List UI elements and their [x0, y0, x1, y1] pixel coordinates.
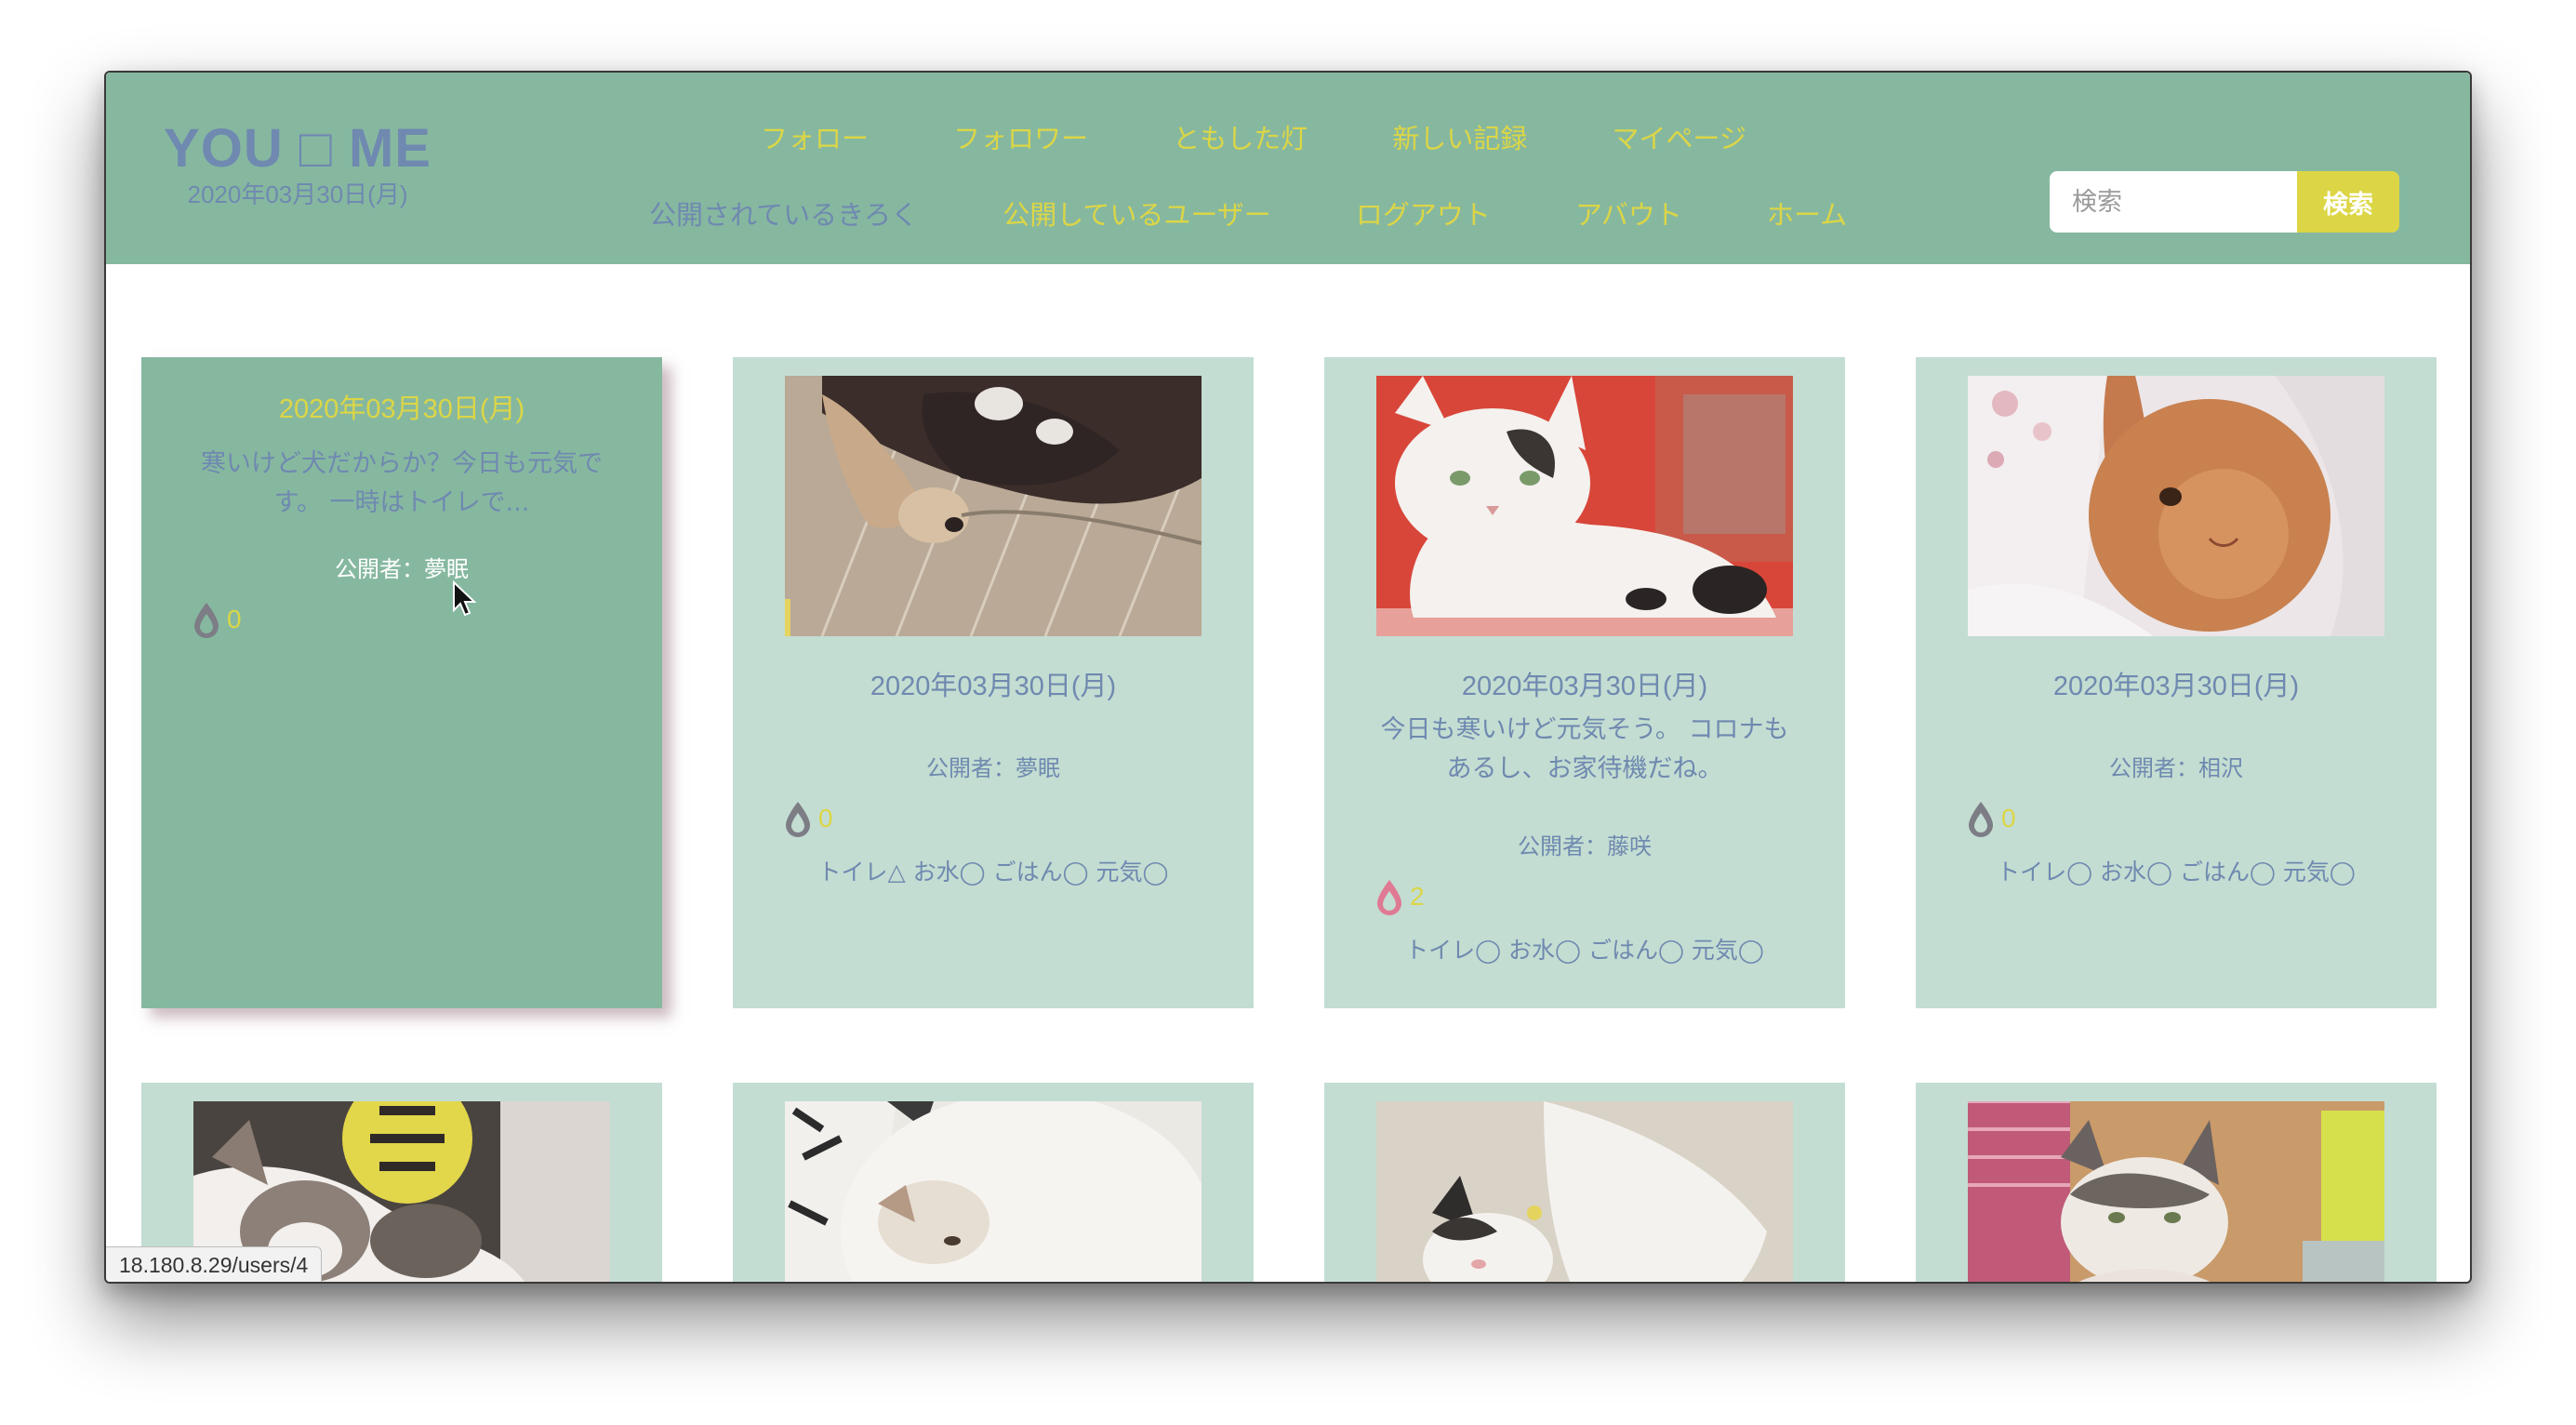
card-photo[interactable]: [1376, 1101, 1793, 1282]
record-card[interactable]: 2020年03月30日(月) 公開者：相沢 0 トイレ◯ お水◯ ごはん◯ 元気…: [1916, 357, 2437, 1008]
rabbit-photo: [1968, 376, 2384, 636]
search-button[interactable]: 検索: [2297, 171, 2399, 233]
browser-window: YOU □ ME 2020年03月30日(月) フォロー フォロワー ともした灯…: [104, 71, 2472, 1284]
search-input[interactable]: [2050, 171, 2297, 233]
card-date: 2020年03月30日(月): [870, 672, 1117, 701]
record-card[interactable]: 2020年03月30日(月) 公開者：夢眠 0 トイレ△ お水◯ ごはん◯ 元気…: [733, 357, 1254, 1008]
brand-title: YOU □ ME: [164, 118, 432, 179]
nav-follow[interactable]: フォロー: [761, 117, 869, 156]
like-count: 0: [2001, 804, 2016, 832]
status-bar-url: 18.180.8.29/users/4: [106, 1246, 323, 1282]
card-body: 寒いけど犬だからか？今日も元気です。 一時はトイレで...: [201, 449, 603, 517]
record-card[interactable]: [1916, 1083, 2437, 1282]
nav-public-records[interactable]: 公開されているきろく: [649, 193, 918, 233]
drop-icon: [194, 603, 219, 638]
like-button[interactable]: 0: [1966, 800, 2016, 837]
dog-photo: [785, 376, 1202, 636]
card-author[interactable]: 公開者：夢眠: [733, 750, 1254, 782]
site-header: YOU □ ME 2020年03月30日(月) フォロー フォロワー ともした灯…: [106, 73, 2470, 264]
nav-about[interactable]: アバウト: [1575, 193, 1682, 233]
card-photo[interactable]: [1376, 376, 1793, 636]
record-card[interactable]: 2020年03月30日(月) 寒いけど犬だからか？今日も元気です。 一時はトイレ…: [141, 357, 662, 1008]
brand[interactable]: YOU □ ME 2020年03月30日(月): [158, 117, 437, 210]
cat-photo: [1968, 1101, 2384, 1282]
card-photo[interactable]: [785, 1101, 1202, 1282]
like-button[interactable]: 0: [783, 800, 833, 837]
record-card[interactable]: 2020年03月30日(月) 今日も寒いけど元気そう。 コロナもあるし、お家待機…: [1324, 357, 1845, 1008]
like-count: 2: [1410, 882, 1425, 911]
card-date: 2020年03月30日(月): [1461, 672, 1708, 701]
card-date: 2020年03月30日(月): [278, 394, 525, 424]
cat-photo: [1376, 376, 1793, 636]
nav-row-secondary: 公開されているきろく 公開しているユーザー ログアウト アバウト ホーム: [649, 193, 1847, 233]
drop-icon: [1377, 880, 1401, 915]
card-body: 今日も寒いけど元気そう。 コロナもあるし、お家待機だね。: [1380, 715, 1789, 783]
record-card[interactable]: [733, 1083, 1254, 1282]
card-author[interactable]: 公開者：夢眠: [141, 551, 662, 583]
card-status: トイレ△ お水◯ ごはん◯ 元気◯: [817, 859, 1169, 886]
nav-lit-lights[interactable]: ともした灯: [1173, 117, 1308, 156]
card-author[interactable]: 公開者：藤咲: [1324, 828, 1845, 860]
nav-row-primary: フォロー フォロワー ともした灯 新しい記録 マイページ: [761, 117, 1746, 156]
mouse-cursor-icon: [453, 580, 476, 617]
nav-home[interactable]: ホーム: [1767, 193, 1847, 233]
like-button[interactable]: 2: [1374, 878, 1425, 915]
like-count: 0: [227, 605, 242, 633]
nav-followers[interactable]: フォロワー: [953, 117, 1088, 156]
nav-my-page[interactable]: マイページ: [1612, 117, 1746, 156]
card-photo[interactable]: [1968, 1101, 2384, 1282]
card-date: 2020年03月30日(月): [2052, 672, 2300, 701]
like-button[interactable]: 0: [192, 601, 242, 638]
card-status: トイレ◯ お水◯ ごはん◯ 元気◯: [1997, 859, 2356, 886]
drop-icon: [786, 802, 810, 837]
like-count: 0: [818, 804, 833, 832]
record-card[interactable]: [1324, 1083, 1845, 1282]
card-photo[interactable]: [1968, 376, 2384, 636]
nav-public-users[interactable]: 公開しているユーザー: [1003, 193, 1271, 233]
card-status: トイレ◯ お水◯ ごはん◯ 元気◯: [1405, 937, 1764, 964]
brand-date: 2020年03月30日(月): [187, 180, 408, 208]
cat-photo: [1376, 1101, 1793, 1282]
nav-logout[interactable]: ログアウト: [1356, 193, 1491, 233]
cat-photo: [785, 1101, 1202, 1282]
card-author[interactable]: 公開者：相沢: [1916, 750, 2437, 782]
card-photo[interactable]: [785, 376, 1202, 636]
drop-icon: [1969, 802, 1993, 837]
nav-new-record[interactable]: 新しい記録: [1392, 117, 1527, 156]
